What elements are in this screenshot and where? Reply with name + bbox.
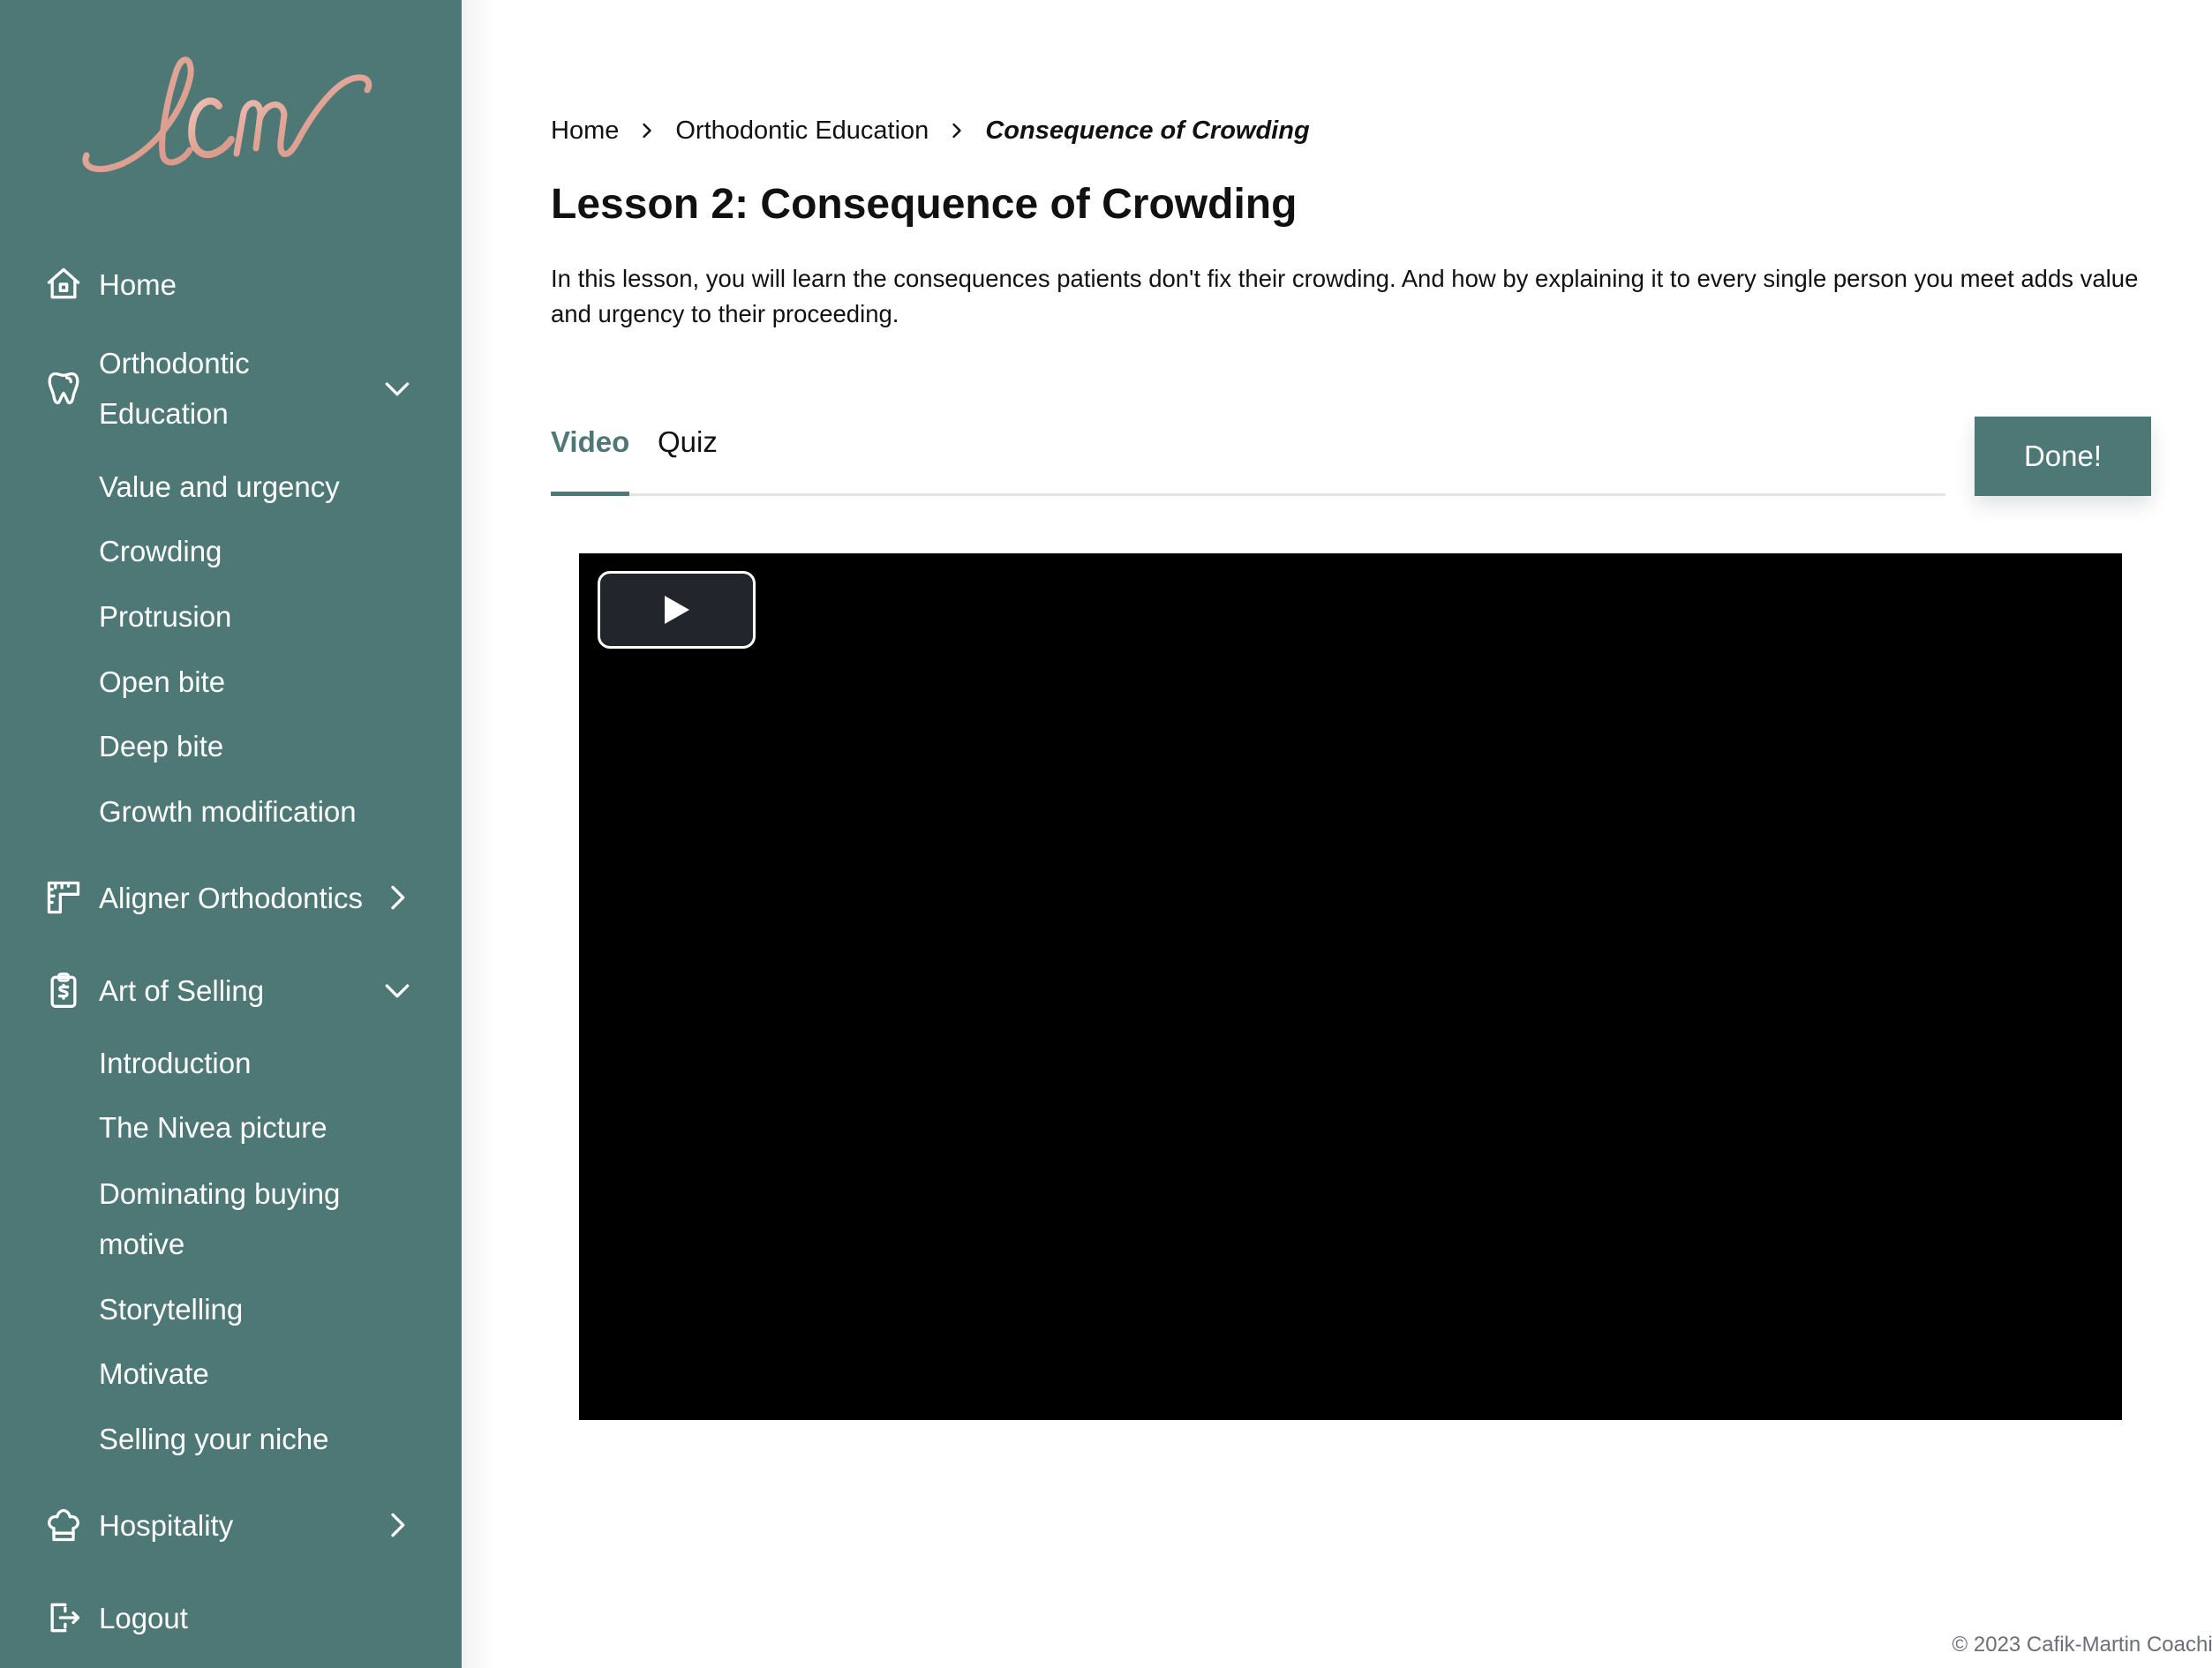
sidebar-subitem-open-bite[interactable]: Open bite: [99, 657, 225, 707]
tab-quiz[interactable]: Quiz: [658, 422, 718, 462]
sidebar-subitem-nivea-picture[interactable]: The Nivea picture: [99, 1102, 327, 1153]
chevron-down-icon[interactable]: [380, 371, 415, 406]
breadcrumb-home[interactable]: Home: [551, 113, 619, 148]
breadcrumb-orthodontic-education[interactable]: Orthodontic Education: [675, 113, 929, 148]
video-player[interactable]: [579, 553, 2122, 1420]
done-button[interactable]: Done!: [1975, 417, 2151, 496]
ruler-icon: [44, 878, 83, 917]
tab-bar: Video Quiz: [551, 415, 1945, 496]
sidebar-item-logout[interactable]: Logout: [0, 1593, 462, 1643]
play-icon: [664, 596, 689, 624]
sidebar-subitem-growth-modification[interactable]: Growth modification: [99, 786, 357, 837]
sidebar-item-label-line2: Education: [99, 397, 229, 430]
chevron-right-icon: [635, 118, 659, 143]
clipboard-dollar-icon: [44, 971, 83, 1010]
lesson-description: In this lesson, you will learn the conse…: [551, 265, 2139, 327]
sidebar-item-hospitality[interactable]: Hospitality: [0, 1500, 462, 1551]
sidebar-subitem-protrusion[interactable]: Protrusion: [99, 591, 231, 642]
logout-icon: [44, 1598, 83, 1637]
sidebar-subitem-motivate[interactable]: Motivate: [99, 1349, 209, 1399]
sidebar-subitem-crowding[interactable]: Crowding: [99, 526, 222, 576]
sidebar-subitem-value-and-urgency[interactable]: Value and urgency: [99, 462, 340, 512]
chevron-right-icon[interactable]: [380, 880, 415, 915]
sidebar-shadow: [462, 0, 497, 1668]
brand-logo[interactable]: [79, 44, 384, 185]
sidebar-item-aligner-orthodontics[interactable]: Aligner Orthodontics: [0, 873, 462, 923]
sidebar-subitem-selling-your-niche[interactable]: Selling your niche: [99, 1414, 329, 1464]
lcm-logo-icon: [82, 56, 372, 173]
sidebar-subitem-deep-bite[interactable]: Deep bite: [99, 721, 223, 771]
play-button[interactable]: [598, 571, 756, 649]
active-tab-indicator: [551, 492, 629, 496]
chevron-down-icon[interactable]: [380, 973, 415, 1008]
sidebar-item-label: Logout: [99, 1602, 188, 1634]
sidebar-subitem-dominating-buying-motive-line2[interactable]: motive: [99, 1219, 184, 1269]
tab-video[interactable]: Video: [551, 422, 629, 462]
home-icon: [44, 265, 83, 304]
chevron-right-icon[interactable]: [380, 1507, 415, 1543]
sidebar-item-label: Aligner Orthodontics: [99, 882, 363, 914]
breadcrumb-current: Consequence of Crowding: [985, 116, 1310, 145]
sidebar-item-label-line1: Orthodontic: [99, 347, 250, 379]
tooth-icon: [44, 369, 83, 408]
sidebar-item-label: Home: [99, 268, 177, 301]
footer-copyright: © 2023 Cafik-Martin Coachin: [1952, 1633, 2212, 1657]
breadcrumb: Home Orthodontic Education Consequence o…: [551, 113, 1310, 148]
sidebar-subitem-introduction[interactable]: Introduction: [99, 1038, 251, 1088]
sidebar-subitem-dominating-buying-motive[interactable]: Dominating buying: [99, 1168, 340, 1219]
sidebar-item-home[interactable]: Home: [0, 259, 462, 310]
sidebar-item-orthodontic-education[interactable]: Orthodontic Education: [0, 338, 462, 439]
sidebar: Home Orthodontic Education Value and urg…: [0, 0, 462, 1668]
sidebar-item-art-of-selling[interactable]: Art of Selling: [0, 965, 462, 1016]
chef-hat-icon: [44, 1506, 83, 1544]
chevron-right-icon: [944, 118, 969, 143]
page-title: Lesson 2: Consequence of Crowding: [551, 181, 1298, 228]
sidebar-subitem-storytelling[interactable]: Storytelling: [99, 1284, 243, 1334]
sidebar-item-label: Hospitality: [99, 1509, 234, 1542]
sidebar-item-label: Art of Selling: [99, 974, 265, 1007]
